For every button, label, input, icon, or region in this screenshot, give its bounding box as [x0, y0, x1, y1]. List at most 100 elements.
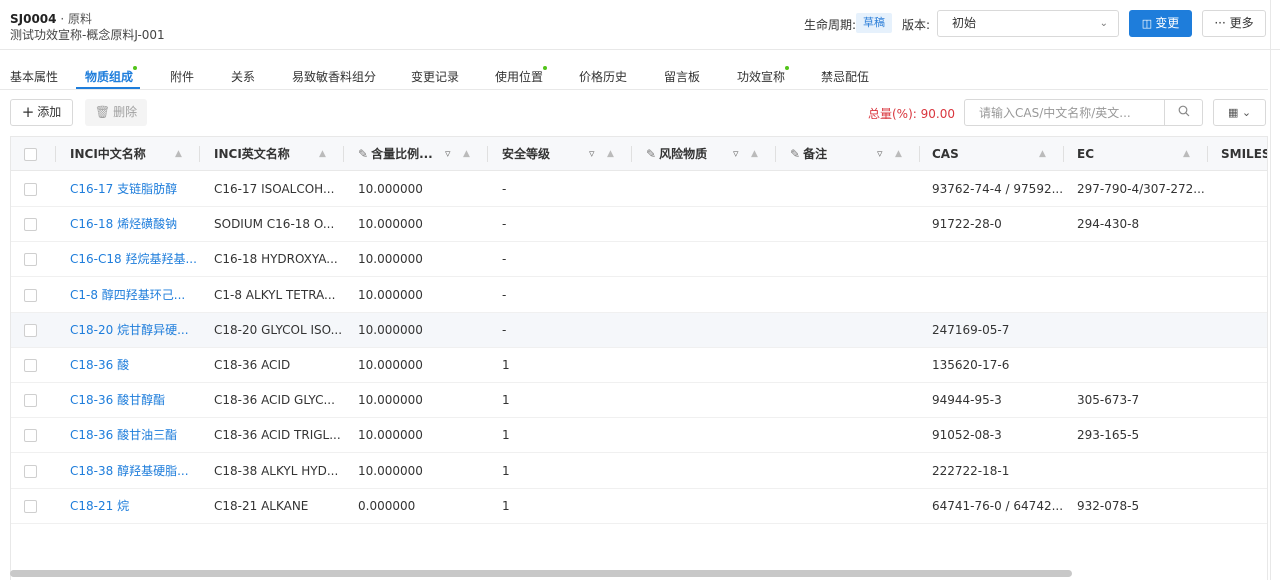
- row-checkbox[interactable]: [24, 253, 37, 267]
- cell-cas: 93762-74-4 / 97592...: [932, 182, 1064, 196]
- search-input[interactable]: [965, 100, 1165, 125]
- table-header: INCI中文名称 ▲ INCI英文名称 ▲ ✎ 含量比例... ▿ ▲ 安全等级 …: [11, 137, 1267, 171]
- cell-inci-en: C16-17 ISOALCOH...: [214, 182, 335, 196]
- cell-inci-cn[interactable]: C16-17 支链脂肪醇: [70, 172, 177, 207]
- sort-icon[interactable]: ▲: [175, 137, 182, 171]
- row-checkbox[interactable]: [24, 464, 37, 478]
- row-checkbox[interactable]: [24, 499, 37, 513]
- cell-inci-cn[interactable]: C18-36 酸甘醇酯: [70, 383, 165, 418]
- change-icon: ◫: [1141, 17, 1153, 30]
- cell-cas: 247169-05-7: [932, 322, 1010, 337]
- tab-message-board[interactable]: 留言板: [664, 68, 700, 85]
- column-risk-substance[interactable]: ✎ 风险物质: [646, 137, 707, 171]
- cell-inci-en: C18-36 ACID: [214, 358, 291, 372]
- row-checkbox[interactable]: [24, 323, 37, 337]
- column-remarks[interactable]: ✎ 备注: [790, 137, 827, 171]
- table-row[interactable]: C1-8 醇四羟基环己... C1-8 ALKYL TETRA... 10.0000…: [11, 278, 1267, 313]
- table-row[interactable]: C18-36 酸甘醇酯 C18-36 ACID GLYC... 10.000000 1…: [11, 383, 1267, 419]
- filter-icon[interactable]: ▿: [445, 137, 451, 171]
- sort-icon[interactable]: ▲: [1039, 137, 1046, 171]
- cell-inci-cn[interactable]: C16-18 烯烃磺酸钠: [70, 207, 177, 242]
- row-checkbox[interactable]: [24, 183, 37, 196]
- add-button[interactable]: + 添加: [10, 99, 73, 126]
- tab-substance-composition[interactable]: 物质组成: [85, 68, 133, 85]
- column-risk-label: 风险物质: [659, 147, 708, 161]
- tab-basic-properties[interactable]: 基本属性: [10, 68, 58, 85]
- column-ec[interactable]: EC: [1077, 137, 1094, 171]
- page-header: SJ0004 · 原料 测试功效宣称-概念原料J-001 生命周期: 草稿 版本…: [0, 0, 1280, 50]
- sort-icon[interactable]: ▲: [319, 137, 326, 171]
- row-checkbox[interactable]: [24, 429, 37, 443]
- search-icon: [1178, 105, 1189, 117]
- column-separator: [199, 146, 200, 162]
- cell-inci-en: C1-8 ALKYL TETRA...: [214, 287, 336, 302]
- cell-safety-level: -: [502, 287, 507, 302]
- cell-inci-en: C18-36 ACID GLYC...: [214, 393, 335, 408]
- cell-inci-cn[interactable]: C18-20 烷甘醇异硬...: [70, 313, 189, 348]
- record-code-line: SJ0004 · 原料: [10, 10, 92, 27]
- search-box: [964, 99, 1203, 126]
- tab-efficacy-claims[interactable]: 功效宣称: [737, 68, 785, 85]
- column-inci-en[interactable]: INCI英文名称: [214, 137, 290, 171]
- table-row[interactable]: C16-18 烯烃磺酸钠 SODIUM C16-18 O... 10.000000 -…: [11, 207, 1267, 243]
- row-checkbox[interactable]: [24, 288, 37, 302]
- cell-safety-level: -: [502, 217, 507, 232]
- version-select[interactable]: 初始 ⌄: [937, 10, 1119, 37]
- cell-inci-cn[interactable]: C18-36 酸: [70, 348, 129, 383]
- filter-icon[interactable]: ▿: [733, 137, 739, 171]
- cell-cas: 64741-76-0 / 64742...: [932, 498, 1064, 513]
- column-inci-cn[interactable]: INCI中文名称: [70, 137, 146, 171]
- version-label: 版本:: [902, 18, 931, 32]
- lifecycle-status-badge: 草稿: [856, 13, 892, 33]
- tab-indicator-dot: [785, 66, 789, 70]
- sort-icon[interactable]: ▲: [1183, 137, 1190, 171]
- cell-safety-level: 1: [502, 463, 510, 478]
- table-row[interactable]: C16-C18 羟烷基羟基... C16-18 HYDROXYA... 10.000…: [11, 242, 1267, 278]
- filter-icon[interactable]: ▿: [877, 137, 883, 171]
- change-button[interactable]: ◫ 变更: [1129, 10, 1192, 37]
- column-smiles[interactable]: SMILES: [1221, 137, 1267, 171]
- cell-inci-cn[interactable]: C1-8 醇四羟基环己...: [70, 278, 185, 313]
- tab-change-log[interactable]: 变更记录: [411, 68, 459, 85]
- more-button[interactable]: ··· 更多: [1202, 10, 1266, 37]
- cell-cas: 222722-18-1: [932, 463, 1010, 478]
- sort-icon[interactable]: ▲: [751, 137, 758, 171]
- cell-ec: 932-078-5: [1077, 498, 1140, 513]
- filter-icon[interactable]: ▿: [589, 137, 595, 171]
- table-row[interactable]: C18-38 醇羟基硬脂... C18-38 ALKYL HYD... 10.000…: [11, 454, 1267, 489]
- tab-usage-locations[interactable]: 使用位置: [495, 68, 543, 85]
- column-safety-level[interactable]: 安全等级: [502, 137, 550, 171]
- table-row[interactable]: C18-21 烷 C18-21 ALKANE 0.000000 1 64741-76-0…: [11, 489, 1267, 524]
- sort-icon[interactable]: ▲: [463, 137, 470, 171]
- sort-icon[interactable]: ▲: [607, 137, 614, 171]
- cell-inci-cn[interactable]: C18-21 烷: [70, 489, 129, 524]
- select-all-checkbox[interactable]: [24, 148, 37, 161]
- row-checkbox[interactable]: [24, 394, 37, 408]
- table-row[interactable]: C18-36 酸 C18-36 ACID 10.000000 1 135620-17-6: [11, 348, 1267, 383]
- tab-attachments[interactable]: 附件: [170, 68, 194, 85]
- tab-price-history[interactable]: 价格历史: [579, 68, 627, 85]
- table-row[interactable]: C16-17 支链脂肪醇 C16-17 ISOALCOH... 10.000000 -…: [11, 172, 1267, 207]
- horizontal-scrollbar[interactable]: [10, 570, 1072, 577]
- column-settings-button[interactable]: ▦ ⌄: [1213, 99, 1266, 126]
- tab-incompatibility[interactable]: 禁忌配伍: [821, 68, 869, 85]
- cell-ratio: 10.000000: [358, 428, 423, 443]
- column-ratio[interactable]: ✎ 含量比例...: [358, 137, 433, 171]
- cell-inci-cn[interactable]: C18-36 酸甘油三酯: [70, 418, 177, 453]
- row-checkbox[interactable]: [24, 359, 37, 372]
- edit-icon: ✎: [358, 147, 369, 161]
- search-button[interactable]: [1164, 100, 1202, 125]
- table-row[interactable]: C18-36 酸甘油三酯 C18-36 ACID TRIGL... 10.00000…: [11, 418, 1267, 454]
- tab-allergen-fragrance[interactable]: 易致敏香料组分: [292, 68, 376, 85]
- cell-inci-cn[interactable]: C18-38 醇羟基硬脂...: [70, 454, 189, 489]
- sort-icon[interactable]: ▲: [895, 137, 902, 171]
- table-row[interactable]: C18-20 烷甘醇异硬... C18-20 GLYCOL ISO... 10.00…: [11, 312, 1267, 348]
- tab-relations[interactable]: 关系: [231, 68, 255, 85]
- cell-inci-cn[interactable]: C16-C18 羟烷基羟基...: [70, 242, 197, 277]
- column-separator: [631, 146, 632, 162]
- column-cas[interactable]: CAS: [932, 137, 959, 171]
- cell-safety-level: 1: [502, 428, 510, 443]
- column-separator: [1207, 146, 1208, 162]
- delete-button[interactable]: 🗑 删除: [85, 99, 147, 126]
- row-checkbox[interactable]: [24, 218, 37, 232]
